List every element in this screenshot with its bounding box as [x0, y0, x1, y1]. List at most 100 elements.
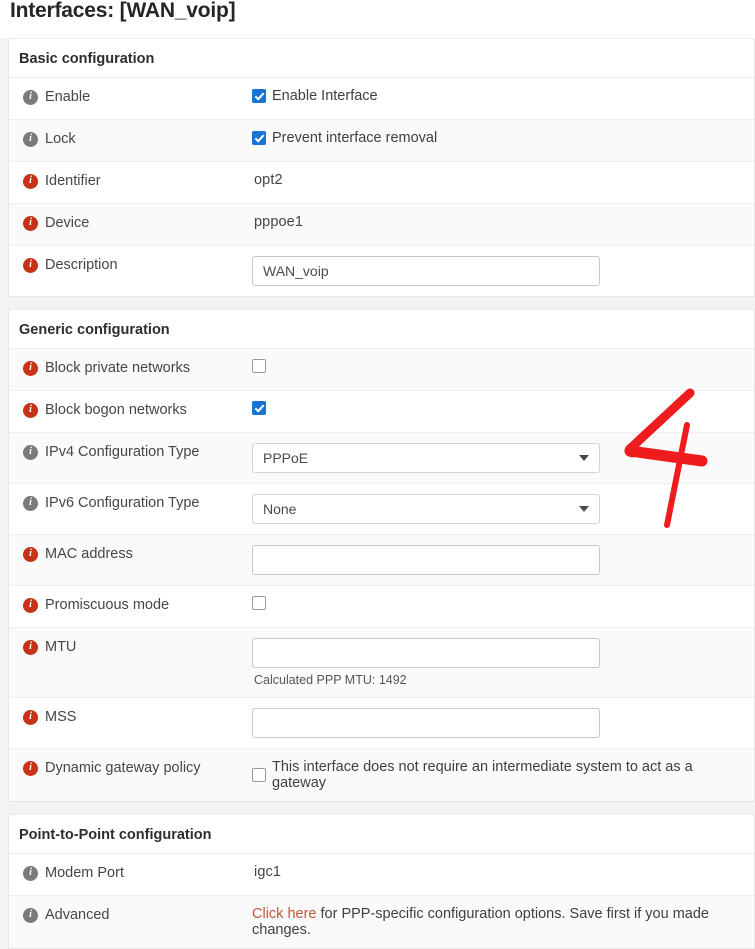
text-input[interactable]: [252, 545, 600, 575]
form-row: i MTU Calculated PPP MTU: 1492: [9, 628, 754, 698]
form-row: i Modem Port igc1: [9, 854, 754, 896]
form-row-value: This interface does not require an inter…: [252, 749, 754, 801]
checkbox[interactable]: [252, 768, 266, 782]
checkbox-label[interactable]: Enable Interface: [272, 88, 378, 104]
form-row-value: igc1: [252, 854, 754, 890]
form-row: i Promiscuous mode: [9, 586, 754, 628]
form-row-label: i Block bogon networks: [9, 391, 252, 429]
form-row-label: i MTU: [9, 628, 252, 666]
form-row-label: i IPv4 Configuration Type: [9, 433, 252, 471]
text-input[interactable]: [252, 638, 600, 668]
label-text: Advanced: [45, 907, 110, 923]
config-card: Basic configuration i Enable Enable Interfa…: [8, 38, 755, 297]
info-icon-gray[interactable]: i: [23, 444, 38, 460]
form-row: i IPv6 Configuration Type None: [9, 484, 754, 535]
section-heading: Generic configuration: [9, 310, 754, 349]
advanced-config-link[interactable]: Click here: [252, 906, 316, 922]
label-text: Description: [45, 257, 118, 273]
info-icon-red[interactable]: i: [23, 257, 38, 273]
form-row-label: i Advanced: [9, 896, 252, 934]
form-row-label: i Promiscuous mode: [9, 586, 252, 624]
label-text: Promiscuous mode: [45, 597, 170, 613]
info-icon-gray[interactable]: i: [23, 865, 38, 881]
chevron-down-icon: [579, 506, 589, 512]
info-icon-gray[interactable]: i: [23, 131, 38, 147]
label-text: Block bogon networks: [45, 402, 187, 418]
page-header: Interfaces: [WAN_voip]: [0, 0, 755, 38]
checkbox[interactable]: [252, 359, 266, 373]
form-row-label: i Description: [9, 246, 252, 284]
label-text: Dynamic gateway policy: [45, 760, 201, 776]
form-row-label: i Lock: [9, 120, 252, 158]
form-row-value: WAN_voip: [252, 246, 754, 296]
info-icon-red[interactable]: i: [23, 639, 38, 655]
form-row-label: i Block private networks: [9, 349, 252, 387]
info-icon-red[interactable]: i: [23, 360, 38, 376]
label-text: Modem Port: [45, 865, 124, 881]
label-text: Identifier: [45, 173, 101, 189]
chevron-down-icon: [579, 455, 589, 461]
info-icon-red[interactable]: i: [23, 709, 38, 725]
info-icon-red[interactable]: i: [23, 215, 38, 231]
info-icon-red[interactable]: i: [23, 173, 38, 189]
form-row-label: i MSS: [9, 698, 252, 736]
dropdown[interactable]: PPPoE: [252, 443, 600, 473]
form-row-value: [252, 349, 754, 383]
config-card: Point-to-Point configuration i Modem Port i…: [8, 814, 755, 949]
info-icon-red[interactable]: i: [23, 597, 38, 613]
form-row-label: i Identifier: [9, 162, 252, 200]
form-row-label: i MAC address: [9, 535, 252, 573]
form-row-label: i Enable: [9, 78, 252, 116]
form-row: i Block private networks: [9, 349, 754, 391]
checkbox-label[interactable]: This interface does not require an inter…: [272, 759, 744, 791]
label-text: MTU: [45, 639, 77, 655]
form-row: i IPv4 Configuration Type PPPoE: [9, 433, 754, 484]
form-row-value: [252, 698, 754, 748]
label-text: MAC address: [45, 546, 133, 562]
info-icon-gray[interactable]: i: [23, 495, 38, 511]
dropdown-value: None: [263, 501, 297, 517]
settings-form: Basic configuration i Enable Enable Interfa…: [0, 38, 755, 949]
dropdown-value: PPPoE: [263, 450, 309, 466]
checkbox[interactable]: [252, 401, 266, 415]
text-input[interactable]: WAN_voip: [252, 256, 600, 286]
form-row-label: i Dynamic gateway policy: [9, 749, 252, 787]
readonly-value: opt2: [254, 172, 283, 188]
text-input[interactable]: [252, 708, 600, 738]
field-hint: Calculated PPP MTU: 1492: [254, 673, 407, 687]
form-row-value: [252, 586, 754, 620]
info-icon-gray[interactable]: i: [23, 89, 38, 105]
form-row: i MSS: [9, 698, 754, 749]
form-row: i Dynamic gateway policy This interface do…: [9, 749, 754, 801]
info-icon-red[interactable]: i: [23, 546, 38, 562]
dropdown[interactable]: None: [252, 494, 600, 524]
info-icon-gray[interactable]: i: [23, 907, 38, 923]
section-heading: Point-to-Point configuration: [9, 815, 754, 854]
form-row-value: opt2: [252, 162, 754, 198]
form-row: i Advanced Click here for PPP-specific con…: [9, 896, 754, 948]
label-text: Lock: [45, 131, 76, 147]
form-row: i Identifier opt2: [9, 162, 754, 204]
form-row-value: [252, 391, 754, 425]
label-text: IPv6 Configuration Type: [45, 495, 200, 511]
checkbox[interactable]: [252, 596, 266, 610]
config-card: Generic configuration i Block private netw…: [8, 309, 755, 802]
form-row-value: Calculated PPP MTU: 1492: [252, 628, 754, 697]
form-row: i MAC address: [9, 535, 754, 586]
info-icon-red[interactable]: i: [23, 402, 38, 418]
form-row: i Lock Prevent interface removal: [9, 120, 754, 162]
info-icon-red[interactable]: i: [23, 760, 38, 776]
label-text: Block private networks: [45, 360, 191, 376]
form-row: i Block bogon networks: [9, 391, 754, 433]
form-row-label: i Device: [9, 204, 252, 242]
form-row-value: [252, 535, 754, 585]
form-row-label: i IPv6 Configuration Type: [9, 484, 252, 522]
checkbox[interactable]: [252, 89, 266, 103]
form-row-value: Prevent interface removal: [252, 120, 754, 156]
checkbox-label[interactable]: Prevent interface removal: [272, 130, 437, 146]
checkbox[interactable]: [252, 131, 266, 145]
form-row-value: pppoe1: [252, 204, 754, 240]
form-row: i Device pppoe1: [9, 204, 754, 246]
readonly-value: igc1: [254, 864, 281, 880]
form-row: i Enable Enable Interface: [9, 78, 754, 120]
